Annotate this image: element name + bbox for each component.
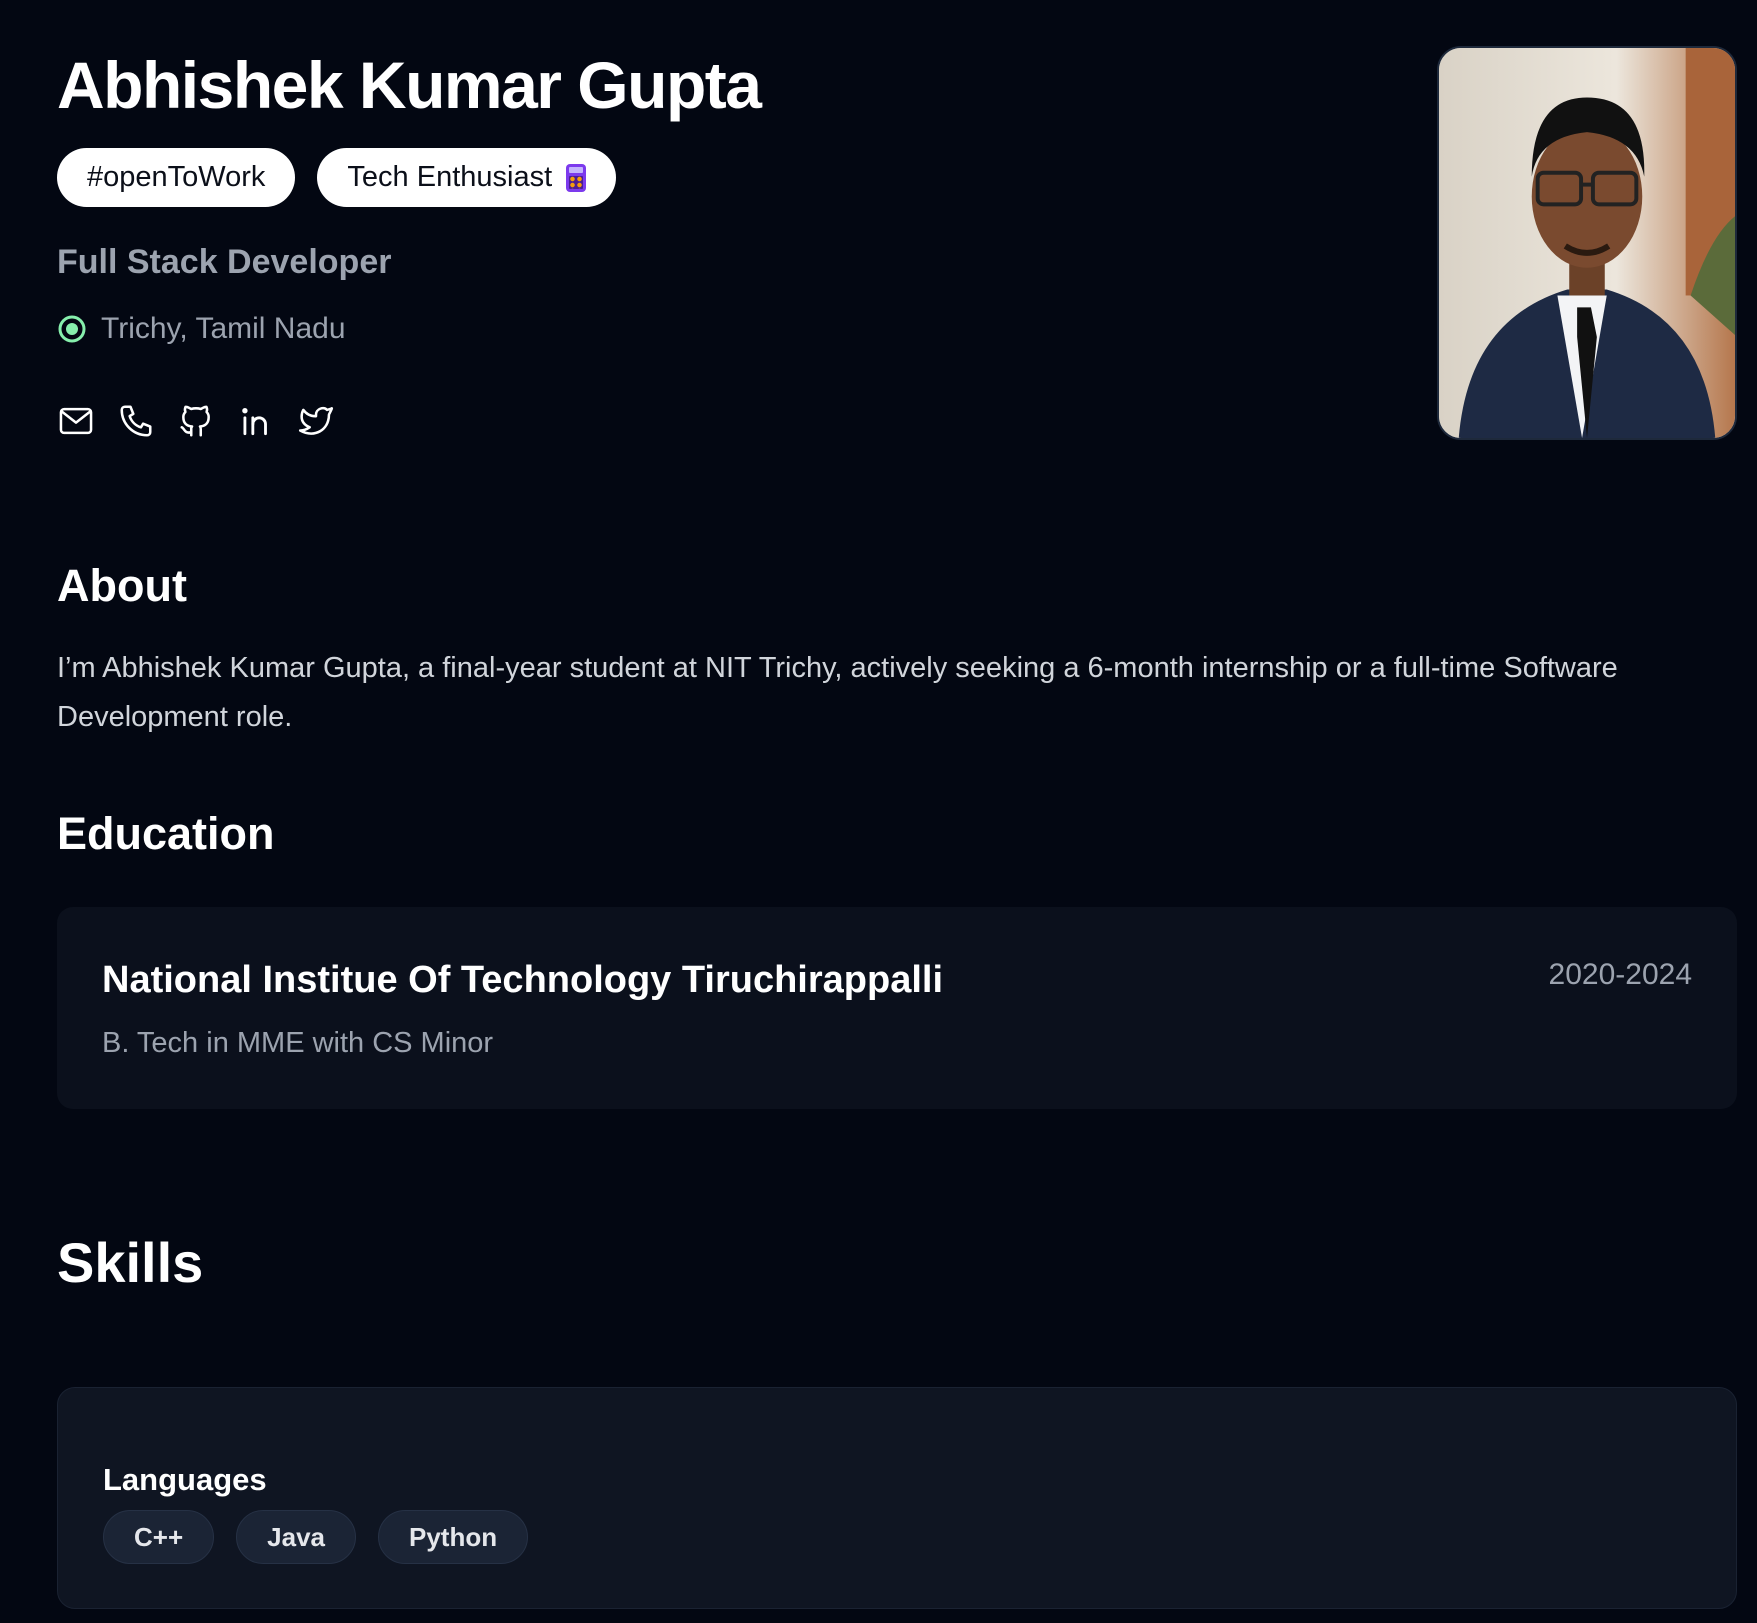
portfolio-page: Abhishek Kumar Gupta #openToWork Tech En… <box>0 0 1757 1623</box>
about-text: I’m Abhishek Kumar Gupta, a final-year s… <box>57 652 1618 733</box>
skill-tag: Python <box>378 1510 529 1564</box>
skill-tag: C++ <box>103 1510 215 1564</box>
calculator-emoji-icon <box>566 163 587 192</box>
profile-title: Full Stack Developer <box>57 243 392 281</box>
education-card: National Institue Of Technology Tiruchir… <box>57 907 1737 1109</box>
social-links <box>57 402 1357 440</box>
tech-enthusiast-badge: Tech Enthusiast <box>317 148 617 207</box>
open-to-work-badge: #openToWork <box>57 148 296 207</box>
linkedin-icon[interactable] <box>237 402 275 440</box>
education-degree: B. Tech in MME with CS Minor <box>102 1027 494 1059</box>
profile-photo <box>1437 46 1737 440</box>
badge-label: Tech Enthusiast <box>347 161 553 193</box>
github-icon[interactable] <box>177 402 215 440</box>
education-school: National Institue Of Technology Tiruchir… <box>102 959 944 1001</box>
profile-name: Abhishek Kumar Gupta <box>57 48 762 122</box>
skills-tag-list: C++ Java Python <box>103 1510 529 1564</box>
badge-label: #openToWork <box>87 161 266 193</box>
skills-heading: Skills <box>57 1231 204 1294</box>
phone-icon[interactable] <box>117 402 155 440</box>
badge-row: #openToWork Tech Enthusiast <box>57 148 1357 207</box>
location-dot-icon <box>57 314 87 344</box>
education-heading: Education <box>57 808 275 859</box>
skill-tag: Java <box>236 1510 356 1564</box>
profile-location: Trichy, Tamil Nadu <box>57 312 1357 346</box>
twitter-icon[interactable] <box>297 402 335 440</box>
skills-card: Languages C++ Java Python <box>57 1387 1737 1609</box>
skills-category: Languages <box>103 1462 267 1497</box>
mail-icon[interactable] <box>57 402 95 440</box>
about-heading: About <box>57 560 187 611</box>
profile-header: Abhishek Kumar Gupta #openToWork Tech En… <box>57 40 1357 440</box>
education-years: 2020-2024 <box>1548 958 1692 991</box>
location-text: Trichy, Tamil Nadu <box>101 312 346 345</box>
